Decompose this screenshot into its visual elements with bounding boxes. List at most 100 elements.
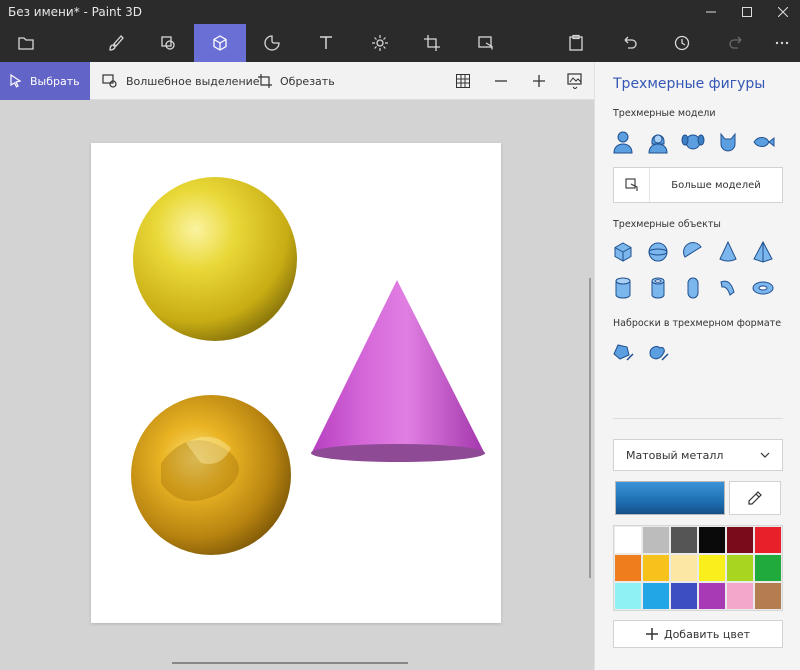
more-models-button[interactable]: Больше моделей <box>613 167 783 203</box>
color-swatch[interactable] <box>754 554 782 582</box>
cursor-icon <box>10 74 22 88</box>
magic-select-icon <box>102 74 117 88</box>
color-swatch[interactable] <box>642 582 670 610</box>
add-color-button[interactable]: Добавить цвет <box>613 620 783 648</box>
select-button[interactable]: Выбрать <box>0 62 90 100</box>
panel-divider <box>613 418 783 419</box>
brush-icon[interactable] <box>90 24 142 62</box>
paint3d-window: Без имени* - Paint 3D Выбрать Волшебное … <box>0 0 800 670</box>
grid-icon[interactable] <box>444 62 482 100</box>
donut-icon[interactable] <box>749 274 776 301</box>
pyramid-icon[interactable] <box>749 238 776 265</box>
cylinder-icon[interactable] <box>609 274 636 301</box>
horizontal-scrollbar[interactable] <box>172 662 408 664</box>
mixed-reality-icon[interactable] <box>460 24 512 62</box>
models-section-label: Трехмерные модели <box>613 108 716 119</box>
minimize-icon[interactable] <box>694 0 728 24</box>
close-icon[interactable] <box>766 0 800 24</box>
color-swatch[interactable] <box>754 582 782 610</box>
zoom-in-icon[interactable] <box>520 62 558 100</box>
cube-icon[interactable] <box>609 238 636 265</box>
color-swatch[interactable] <box>698 554 726 582</box>
color-swatch[interactable] <box>670 526 698 554</box>
color-swatch[interactable] <box>642 526 670 554</box>
chevron-down-icon <box>760 452 770 458</box>
sharp-edge-doodle-icon[interactable] <box>609 338 636 365</box>
color-swatch[interactable] <box>614 554 642 582</box>
magic-select-label: Волшебное выделение <box>126 74 260 88</box>
objects-section-label: Трехмерные объекты <box>613 219 721 230</box>
vertical-scrollbar[interactable] <box>589 278 591 578</box>
color-swatch[interactable] <box>698 582 726 610</box>
redo-icon[interactable] <box>710 24 762 62</box>
cone-icon[interactable] <box>714 238 741 265</box>
more-models-label: Больше моделей <box>671 179 761 191</box>
crop-icon <box>258 74 272 88</box>
material-dropdown[interactable]: Матовый металл <box>613 439 783 471</box>
view-options-icon[interactable] <box>556 62 594 100</box>
effects-icon[interactable] <box>354 24 406 62</box>
color-swatch[interactable] <box>726 554 754 582</box>
crop-label: Обрезать <box>280 74 335 88</box>
select-label: Выбрать <box>30 74 80 88</box>
stickers-icon[interactable] <box>246 24 298 62</box>
main-toolbar <box>0 24 800 62</box>
maximize-icon[interactable] <box>730 0 764 24</box>
panel-title: Трехмерные фигуры <box>613 76 766 92</box>
eyedropper-button[interactable] <box>729 481 781 515</box>
sphere-icon[interactable] <box>644 238 671 265</box>
paste-icon[interactable] <box>550 24 602 62</box>
hemisphere-icon[interactable] <box>679 238 706 265</box>
material-value: Матовый металл <box>626 448 724 462</box>
text-icon[interactable] <box>300 24 352 62</box>
canvas-scene <box>131 177 485 555</box>
dog-model-icon[interactable] <box>679 128 706 155</box>
crop-button[interactable]: Обрезать <box>258 62 335 100</box>
color-swatch[interactable] <box>698 526 726 554</box>
drawing-canvas[interactable] <box>91 143 501 623</box>
fish-model-icon[interactable] <box>749 128 776 155</box>
selection-toolbar: Выбрать Волшебное выделение Обрезать <box>0 62 594 100</box>
window-title: Без имени* - Paint 3D <box>8 5 143 19</box>
cat-model-icon[interactable] <box>714 128 741 155</box>
woman-model-icon[interactable] <box>644 128 671 155</box>
color-swatch[interactable] <box>614 582 642 610</box>
doodles-row <box>609 338 671 365</box>
color-swatch[interactable] <box>670 554 698 582</box>
magenta-cone[interactable] <box>311 280 485 462</box>
color-swatch[interactable] <box>670 582 698 610</box>
3d-shapes-panel: Трехмерные фигуры Трехмерные модели Боль… <box>594 62 800 670</box>
color-swatch[interactable] <box>754 526 782 554</box>
golden-sphere[interactable] <box>131 395 291 555</box>
color-swatch[interactable] <box>642 554 670 582</box>
remix3d-icon <box>614 168 650 202</box>
folder-icon[interactable] <box>0 24 52 62</box>
tube-icon[interactable] <box>644 274 671 301</box>
color-palette <box>613 525 783 611</box>
man-model-icon[interactable] <box>609 128 636 155</box>
3d-shapes-icon[interactable] <box>194 24 246 62</box>
more-icon[interactable] <box>756 24 800 62</box>
objects-row-1 <box>609 238 776 265</box>
color-swatch[interactable] <box>726 582 754 610</box>
yellow-sphere[interactable] <box>133 177 297 341</box>
color-swatch[interactable] <box>726 526 754 554</box>
eyedropper-icon <box>748 491 762 505</box>
curved-cylinder-icon[interactable] <box>714 274 741 301</box>
color-swatch[interactable] <box>614 526 642 554</box>
capsule-icon[interactable] <box>679 274 706 301</box>
zoom-out-icon[interactable] <box>482 62 520 100</box>
doodles-section-label: Наброски в трехмерном формате <box>613 318 782 329</box>
undo-icon[interactable] <box>604 24 656 62</box>
history-icon[interactable] <box>656 24 708 62</box>
objects-row-2 <box>609 274 776 301</box>
soft-edge-doodle-icon[interactable] <box>644 338 671 365</box>
current-color-swatch[interactable] <box>615 481 725 515</box>
workspace <box>0 100 594 670</box>
add-color-label: Добавить цвет <box>663 627 750 641</box>
title-bar: Без имени* - Paint 3D <box>0 0 800 24</box>
models-row <box>609 128 776 155</box>
magic-select-button[interactable]: Волшебное выделение <box>102 62 260 100</box>
canvas-icon[interactable] <box>406 24 458 62</box>
2d-shapes-icon[interactable] <box>142 24 194 62</box>
